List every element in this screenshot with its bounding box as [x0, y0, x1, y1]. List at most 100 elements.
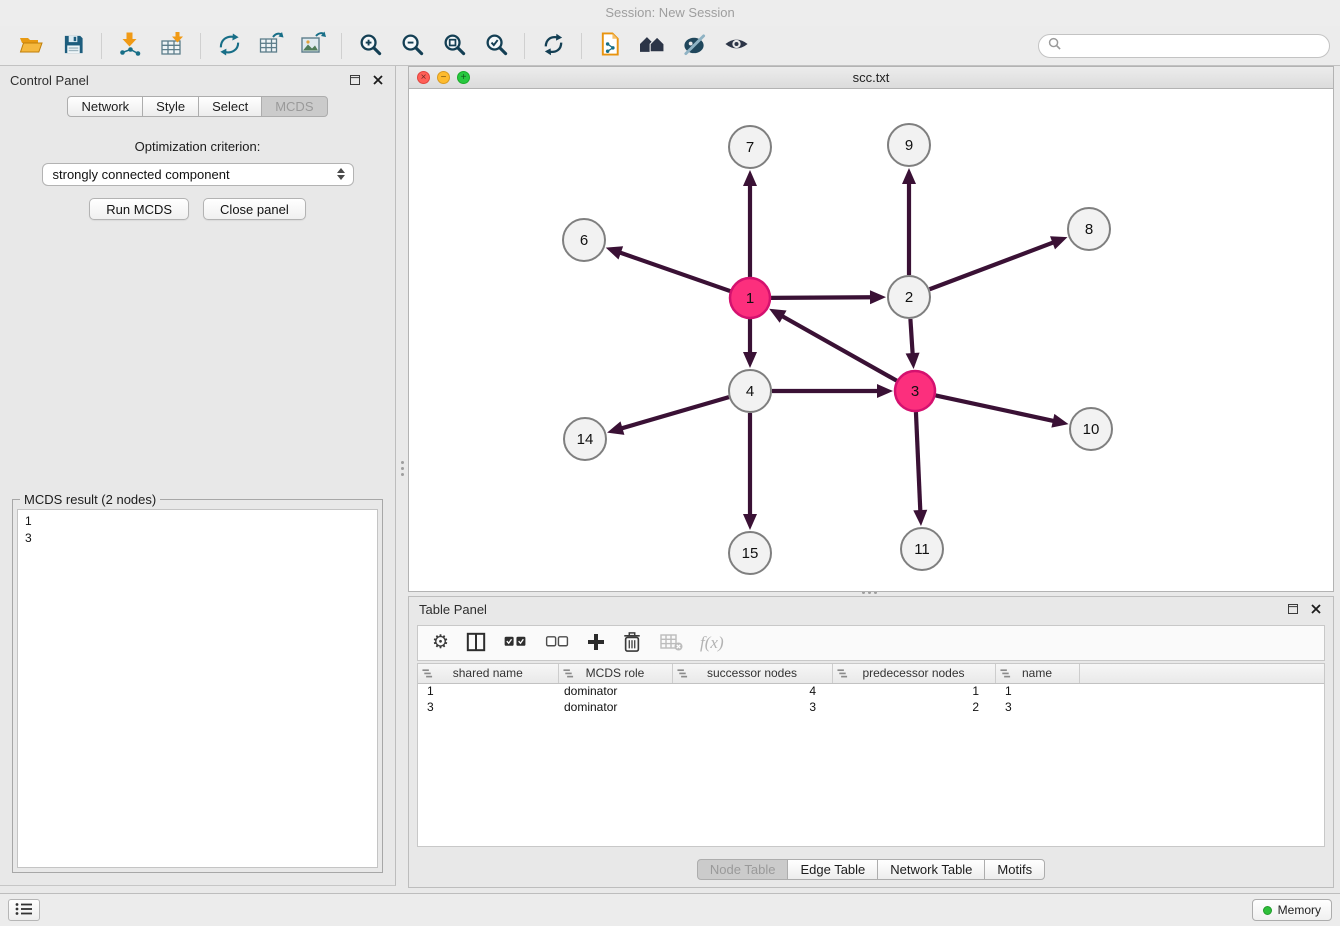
select-all-button[interactable]	[503, 629, 528, 657]
import-table-button[interactable]	[151, 29, 193, 63]
zoom-selected-button[interactable]	[475, 29, 517, 63]
mcds-result-groupbox: MCDS result (2 nodes) 1 3	[12, 499, 383, 873]
refresh-network-button[interactable]	[532, 29, 574, 63]
float-table-panel-button[interactable]	[1286, 602, 1300, 616]
window-maximize-icon[interactable]: +	[457, 71, 470, 84]
column-header-name[interactable]: name	[995, 664, 1079, 683]
cell-MCDS-role: dominator	[558, 683, 672, 699]
dropdown-arrows-icon	[337, 168, 345, 180]
deselect-all-button[interactable]	[545, 629, 570, 657]
cell-successor-nodes: 4	[672, 683, 832, 699]
open-in-browser-button[interactable]	[589, 29, 631, 63]
graph-edge-1-4[interactable]	[743, 319, 757, 368]
task-history-button[interactable]	[8, 899, 40, 921]
graph-edge-4-14[interactable]	[607, 397, 729, 435]
node-table-container: shared nameMCDS rolesuccessor nodesprede…	[417, 663, 1325, 847]
import-network-button[interactable]	[109, 29, 151, 63]
search-box[interactable]	[1038, 34, 1330, 58]
node-table-header-row: shared nameMCDS rolesuccessor nodesprede…	[418, 664, 1324, 683]
graph-edge-3-1[interactable]	[769, 309, 897, 381]
network-graph[interactable]: 1 2 3 4 6 7 8 9 10 11 14 15	[409, 89, 1333, 591]
table-tab-edge-table[interactable]: Edge Table	[787, 859, 878, 880]
columns-icon	[466, 632, 486, 655]
graph-node-4[interactable]: 4	[729, 370, 771, 412]
delete-columns-button[interactable]	[622, 629, 642, 657]
graph-node-7[interactable]: 7	[729, 126, 771, 168]
tab-style[interactable]: Style	[142, 96, 199, 117]
open-session-button[interactable]	[10, 29, 52, 63]
column-header-MCDS-role[interactable]: MCDS role	[558, 664, 672, 683]
mcds-result-text: 1 3	[18, 510, 377, 550]
export-network-button[interactable]	[208, 29, 250, 63]
graph-edge-4-3[interactable]	[772, 384, 893, 398]
zoom-in-button[interactable]	[349, 29, 391, 63]
graph-node-2[interactable]: 2	[888, 276, 930, 318]
create-column-button[interactable]	[587, 629, 605, 657]
window-title: Session: New Session	[605, 5, 734, 20]
zoom-out-button[interactable]	[391, 29, 433, 63]
mcds-result-area[interactable]: 1 3	[17, 509, 378, 868]
graph-node-label: 8	[1085, 221, 1093, 238]
tab-select[interactable]: Select	[198, 96, 262, 117]
table-tab-node-table[interactable]: Node Table	[697, 859, 789, 880]
graph-node-11[interactable]: 11	[901, 528, 943, 570]
graph-edge-1-2[interactable]	[771, 290, 886, 304]
float-window-icon	[1288, 602, 1298, 617]
vertical-splitter[interactable]	[399, 458, 405, 484]
graph-edge-3-11[interactable]	[913, 412, 927, 526]
toolbar-separator	[524, 33, 525, 59]
graph-edge-1-6[interactable]	[606, 246, 730, 291]
show-hide-button[interactable]	[715, 29, 757, 63]
graph-node-8[interactable]: 8	[1068, 208, 1110, 250]
table-row[interactable]: 1dominator411	[418, 683, 1324, 699]
show-columns-button[interactable]	[466, 629, 486, 657]
function-icon: f(x)	[700, 633, 724, 653]
close-panel-button[interactable]	[371, 73, 385, 87]
cell-MCDS-role: dominator	[558, 699, 672, 715]
graph-node-1[interactable]: 1	[730, 278, 770, 318]
table-options-button[interactable]: ⚙	[432, 629, 449, 657]
cell-name: 3	[995, 699, 1079, 715]
graph-edge-3-10[interactable]	[936, 395, 1069, 427]
criterion-dropdown[interactable]: strongly connected component	[42, 163, 354, 186]
close-panel-action-button[interactable]: Close panel	[203, 198, 306, 220]
function-builder-button[interactable]: f(x)	[700, 629, 724, 657]
toolbar-separator	[341, 33, 342, 59]
graph-node-15[interactable]: 15	[729, 532, 771, 574]
graph-edge-1-7[interactable]	[743, 170, 757, 277]
column-header-successor-nodes[interactable]: successor nodes	[672, 664, 832, 683]
graph-edge-2-3[interactable]	[906, 319, 920, 369]
zoom-fit-button[interactable]	[433, 29, 475, 63]
main-toolbar	[0, 26, 1340, 66]
run-mcds-button[interactable]: Run MCDS	[89, 198, 189, 220]
graph-node-9[interactable]: 9	[888, 124, 930, 166]
float-panel-button[interactable]	[348, 73, 362, 87]
close-table-panel-button[interactable]	[1309, 602, 1323, 616]
graph-edge-2-8[interactable]	[930, 236, 1068, 289]
window-minimize-icon[interactable]: −	[437, 71, 450, 84]
tab-network[interactable]: Network	[67, 96, 143, 117]
delete-table-button[interactable]	[659, 629, 683, 657]
table-tab-network-table[interactable]: Network Table	[877, 859, 985, 880]
save-session-button[interactable]	[52, 29, 94, 63]
search-input[interactable]	[1066, 39, 1320, 53]
graphics-details-button[interactable]	[673, 29, 715, 63]
column-header-predecessor-nodes[interactable]: predecessor nodes	[832, 664, 995, 683]
graph-edge-2-9[interactable]	[902, 168, 916, 275]
home-button[interactable]	[631, 29, 673, 63]
memory-button[interactable]: Memory	[1252, 899, 1332, 921]
network-canvas[interactable]: 1 2 3 4 6 7 8 9 10 11 14 15	[409, 89, 1333, 591]
graph-edge-4-15[interactable]	[743, 413, 757, 530]
table-row[interactable]: 3dominator323	[418, 699, 1324, 715]
window-close-icon[interactable]: ×	[417, 71, 430, 84]
export-image-button[interactable]	[292, 29, 334, 63]
cell-predecessor-nodes: 1	[832, 683, 995, 699]
graph-node-6[interactable]: 6	[563, 219, 605, 261]
tab-mcds[interactable]: MCDS	[261, 96, 327, 117]
export-table-button[interactable]	[250, 29, 292, 63]
graph-node-10[interactable]: 10	[1070, 408, 1112, 450]
table-tab-motifs[interactable]: Motifs	[984, 859, 1045, 880]
graph-node-3[interactable]: 3	[895, 371, 935, 411]
graph-node-14[interactable]: 14	[564, 418, 606, 460]
column-header-shared-name[interactable]: shared name	[418, 664, 558, 683]
